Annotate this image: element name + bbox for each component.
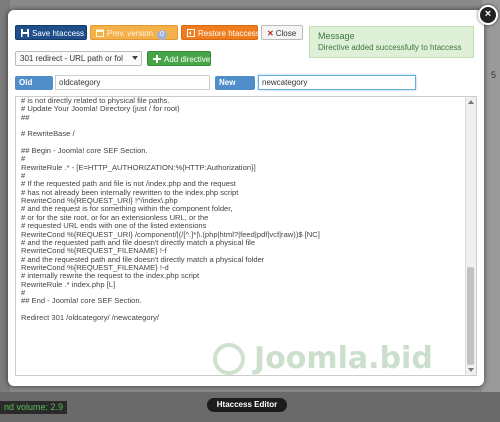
code-line: ## xyxy=(21,112,30,122)
backdrop-status: nd volume: 2.9 xyxy=(0,401,68,414)
message-title: Message xyxy=(318,31,355,41)
new-path-input[interactable] xyxy=(258,75,416,90)
save-htaccess-label: Save htaccess xyxy=(32,29,85,38)
code-line: RewriteRule .* - [E=HTTP_AUTHORIZATION:%… xyxy=(21,162,256,172)
message-detail: Directive added successfully to htaccess xyxy=(318,43,462,52)
prev-version-label: Prev. version xyxy=(107,29,154,38)
editor-scrollbar[interactable] xyxy=(465,97,476,375)
htaccess-content: # is not directly related to physical fi… xyxy=(21,97,466,322)
close-button[interactable]: ✕ Close xyxy=(261,25,303,40)
prev-version-button[interactable]: Prev. version 0 xyxy=(90,25,178,40)
chevron-down-icon xyxy=(132,56,138,60)
code-line: # RewriteBase / xyxy=(21,129,75,139)
backdrop-text: 5 xyxy=(490,70,496,80)
code-line: ## Begin - Joomla! core SEF Section. xyxy=(21,146,148,156)
close-x-icon: ✕ xyxy=(267,29,274,38)
code-line: # Update Your Joomla! Directory (just / … xyxy=(21,104,180,114)
scroll-up-icon[interactable] xyxy=(468,100,474,104)
plus-icon xyxy=(153,53,161,63)
scrollbar-thumb[interactable] xyxy=(467,267,474,365)
close-label: Close xyxy=(275,29,297,38)
old-path-label: Old path xyxy=(15,76,53,101)
watermark: Joomla.bid xyxy=(254,341,433,376)
modal-close-icon[interactable]: × xyxy=(478,5,498,25)
directive-selected-value: 301 redirect - URL path or fol xyxy=(20,54,123,63)
calendar-icon xyxy=(96,27,104,37)
htaccess-editor-tab[interactable]: Htaccess Editor xyxy=(207,398,287,412)
code-line: RewriteRule .* index.php [L] xyxy=(21,279,116,289)
backdrop-right xyxy=(482,0,500,422)
restore-htaccess-label: Restore htaccess xyxy=(198,29,260,38)
add-directive-label: Add directive xyxy=(164,55,211,64)
restore-icon xyxy=(187,27,195,37)
scroll-down-icon[interactable] xyxy=(468,368,474,372)
old-path-input[interactable] xyxy=(55,75,210,90)
joomla-logo-icon xyxy=(213,343,245,375)
restore-htaccess-button[interactable]: Restore htaccess xyxy=(181,25,260,40)
floppy-disk-icon xyxy=(21,27,29,37)
code-line: Redirect 301 /oldcategory/ /newcategory/ xyxy=(21,312,160,322)
add-directive-button[interactable]: Add directive xyxy=(147,51,211,66)
success-message: Message Directive added successfully to … xyxy=(309,26,474,58)
code-line: ## End - Joomla! core SEF Section. xyxy=(21,296,142,306)
htaccess-textarea[interactable]: # is not directly related to physical fi… xyxy=(15,96,477,376)
save-htaccess-button[interactable]: Save htaccess xyxy=(15,25,87,40)
prev-version-count-badge: 0 xyxy=(157,30,167,40)
directive-type-select[interactable]: 301 redirect - URL path or fol xyxy=(15,51,142,66)
new-path-label: New path xyxy=(215,76,255,101)
